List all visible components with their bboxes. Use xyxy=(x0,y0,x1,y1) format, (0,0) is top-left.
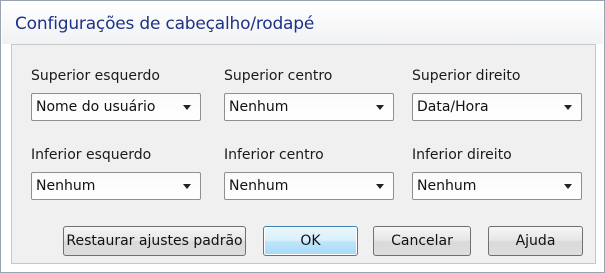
ok-button[interactable]: OK xyxy=(263,226,358,256)
dialog-window: Configurações de cabeçalho/rodapé Superi… xyxy=(0,0,605,273)
select-top-left-value: Nome do usuário xyxy=(36,99,156,115)
select-top-left[interactable]: Nome do usuário xyxy=(31,93,201,121)
select-bottom-right-value: Nenhum xyxy=(417,178,477,194)
chevron-down-icon xyxy=(376,105,384,110)
select-bottom-left[interactable]: Nenhum xyxy=(31,172,201,200)
label-top-center: Superior centro xyxy=(224,68,333,84)
cancel-button[interactable]: Cancelar xyxy=(373,226,471,256)
dialog-title: Configurações de cabeçalho/rodapé xyxy=(15,14,315,34)
select-top-right[interactable]: Data/Hora xyxy=(412,93,582,121)
label-bottom-left: Inferior esquerdo xyxy=(31,147,152,163)
chevron-down-icon xyxy=(183,184,191,189)
select-bottom-right[interactable]: Nenhum xyxy=(412,172,582,200)
select-bottom-center-value: Nenhum xyxy=(229,178,289,194)
select-top-center[interactable]: Nenhum xyxy=(224,93,394,121)
label-top-left: Superior esquerdo xyxy=(31,68,160,84)
select-top-right-value: Data/Hora xyxy=(417,99,489,115)
select-bottom-left-value: Nenhum xyxy=(36,178,96,194)
chevron-down-icon xyxy=(564,105,572,110)
label-bottom-center: Inferior centro xyxy=(224,147,324,163)
label-bottom-right: Inferior direito xyxy=(412,147,512,163)
title-bar[interactable]: Configurações de cabeçalho/rodapé xyxy=(2,2,603,44)
select-top-center-value: Nenhum xyxy=(229,99,289,115)
chevron-down-icon xyxy=(564,184,572,189)
help-button[interactable]: Ajuda xyxy=(488,226,583,256)
restore-defaults-button[interactable]: Restaurar ajustes padrão xyxy=(63,226,246,256)
chevron-down-icon xyxy=(183,105,191,110)
select-bottom-center[interactable]: Nenhum xyxy=(224,172,394,200)
label-top-right: Superior direito xyxy=(412,68,521,84)
chevron-down-icon xyxy=(376,184,384,189)
